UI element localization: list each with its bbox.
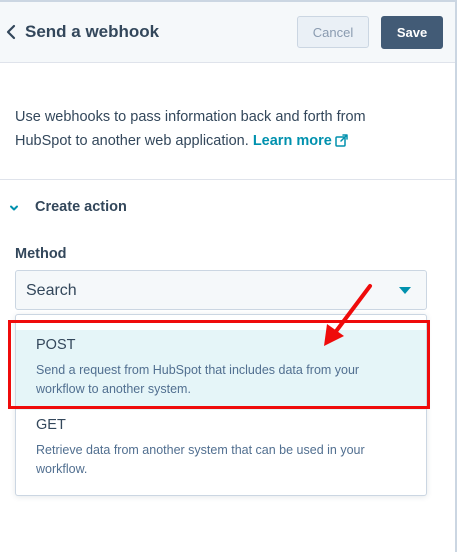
chevron-down-icon[interactable] (8, 201, 20, 213)
option-get[interactable]: GET Retrieve data from another system th… (16, 410, 426, 492)
learn-more-label: Learn more (252, 133, 332, 149)
page-title: Send a webhook (25, 22, 160, 41)
option-description: Retrieve data from another system that c… (36, 443, 365, 476)
intro-description: Use webhooks to pass information back an… (15, 105, 395, 155)
save-button[interactable]: Save (381, 16, 443, 49)
learn-more-link[interactable]: Learn more (253, 133, 348, 149)
option-title: GET (36, 417, 66, 433)
section-divider (0, 179, 455, 180)
method-label: Method (15, 246, 67, 262)
panel-header: Send a webhook Cancel Save (0, 2, 455, 63)
chevron-left-icon[interactable] (4, 22, 18, 42)
annotation-arrow-icon (324, 284, 372, 346)
method-select-value: Search (26, 282, 77, 299)
caret-down-icon (399, 287, 411, 294)
create-action-section-toggle[interactable]: Create action (35, 198, 127, 216)
external-link-icon (335, 131, 348, 155)
cancel-button[interactable]: Cancel (297, 16, 369, 48)
